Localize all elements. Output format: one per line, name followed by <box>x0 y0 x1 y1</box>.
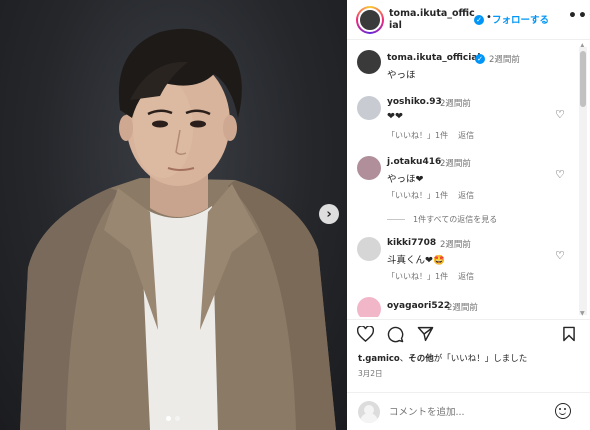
verified-badge-icon: ✓ <box>475 54 485 64</box>
post-header: toma.ikuta_official ✓ • フォローする ••• <box>347 0 590 40</box>
comment-text: ❤❤ <box>387 111 403 122</box>
post-details-panel: toma.ikuta_official ✓ • フォローする ••• toma.… <box>347 0 590 430</box>
author-avatar[interactable] <box>356 6 384 34</box>
carousel-dot-active <box>166 416 171 421</box>
comment-item: j.otaku416 2週間前 やっほ❤ 「いいね！」1件 返信 ♡ <box>347 156 577 206</box>
reply-link[interactable]: 返信 <box>458 191 474 200</box>
bookmark-icon[interactable] <box>562 326 576 342</box>
caption-text: やっほ <box>387 70 416 81</box>
next-slide-button[interactable]: › <box>319 204 339 224</box>
caption-avatar[interactable] <box>357 50 381 74</box>
view-replies-button[interactable]: 1件すべての返信を見る <box>387 214 497 225</box>
post-photo[interactable]: › <box>0 0 347 430</box>
scrollbar-thumb[interactable] <box>580 51 586 107</box>
caption-username[interactable]: toma.ikuta_official <box>387 53 481 63</box>
comments-scrollbar[interactable] <box>579 47 587 315</box>
portrait-illustration <box>20 28 336 430</box>
commenter-avatar[interactable] <box>357 297 381 317</box>
reply-link[interactable]: 返信 <box>458 131 474 140</box>
commenter-avatar[interactable] <box>357 96 381 120</box>
likes-summary: t.gamico、その他が「いいね！」しました <box>358 352 527 364</box>
comment-username[interactable]: j.otaku416 <box>387 157 441 167</box>
comment-username[interactable]: yoshiko.93 <box>387 97 442 107</box>
current-user-avatar <box>358 401 380 423</box>
verified-badge-icon: ✓ <box>474 15 484 25</box>
comment-time: 2週間前 <box>440 159 471 169</box>
heart-icon[interactable] <box>357 326 374 342</box>
comment-meta: 「いいね！」1件 返信 <box>387 130 484 141</box>
comment-time: 2週間前 <box>447 303 478 313</box>
liked-by-others-link[interactable]: その他 <box>408 354 434 364</box>
reply-link[interactable]: 返信 <box>458 272 474 281</box>
comment-item: kikki7708 2週間前 斗真くん❤🤩 「いいね！」1件 返信 ♡ <box>347 237 577 287</box>
comments-list[interactable]: toma.ikuta_official ✓ 2週間前 やっほ yoshiko.9… <box>347 41 590 317</box>
comment-like-heart-icon[interactable]: ♡ <box>555 108 565 121</box>
comment-username[interactable]: kikki7708 <box>387 238 436 248</box>
more-options-icon[interactable]: ••• <box>568 8 590 24</box>
post-date: 3月2日 <box>358 369 383 378</box>
commenter-avatar[interactable] <box>357 156 381 180</box>
comment-meta: 「いいね！」1件 返信 <box>387 271 484 282</box>
commenter-avatar[interactable] <box>357 237 381 261</box>
view-replies-label[interactable]: 1件すべての返信を見る <box>413 215 497 224</box>
caption-time: 2週間前 <box>489 55 520 65</box>
carousel-indicator <box>166 416 180 421</box>
comment-time: 2週間前 <box>440 240 471 250</box>
comment-text: 斗真くん❤🤩 <box>387 255 445 266</box>
carousel-dot <box>175 416 180 421</box>
comment-item: yoshiko.93 2週間前 ❤❤ 「いいね！」1件 返信 ♡ <box>347 96 577 146</box>
liked-by-user[interactable]: t.gamico <box>358 354 400 364</box>
comment-input[interactable] <box>389 404 539 420</box>
comment-composer <box>347 392 590 430</box>
author-username[interactable]: toma.ikuta_official <box>389 8 475 32</box>
comment-like-heart-icon[interactable]: ♡ <box>555 249 565 262</box>
share-icon[interactable] <box>417 326 434 342</box>
comment-likes-link[interactable]: 「いいね！」1件 <box>387 191 448 200</box>
likes-suffix: が「いいね！」しました <box>433 354 528 364</box>
follow-button[interactable]: フォローする <box>492 12 549 26</box>
caption: toma.ikuta_official ✓ 2週間前 やっほ <box>347 50 577 90</box>
comment-item: oyagaori522 2週間前 <box>347 297 577 317</box>
comment-like-heart-icon[interactable]: ♡ <box>555 168 565 181</box>
comment-meta: 「いいね！」1件 返信 <box>387 190 484 201</box>
comment-time: 2週間前 <box>440 99 471 109</box>
comment-username[interactable]: oyagaori522 <box>387 301 450 311</box>
comment-icon[interactable] <box>387 326 404 343</box>
comment-text: やっほ❤ <box>387 174 424 185</box>
emoji-icon[interactable] <box>555 403 571 419</box>
comment-likes-link[interactable]: 「いいね！」1件 <box>387 131 448 140</box>
action-bar <box>347 319 590 349</box>
comment-likes-link[interactable]: 「いいね！」1件 <box>387 272 448 281</box>
likes-connector: 、 <box>399 354 409 364</box>
scroll-down-arrow-icon[interactable]: ▼ <box>580 310 585 317</box>
